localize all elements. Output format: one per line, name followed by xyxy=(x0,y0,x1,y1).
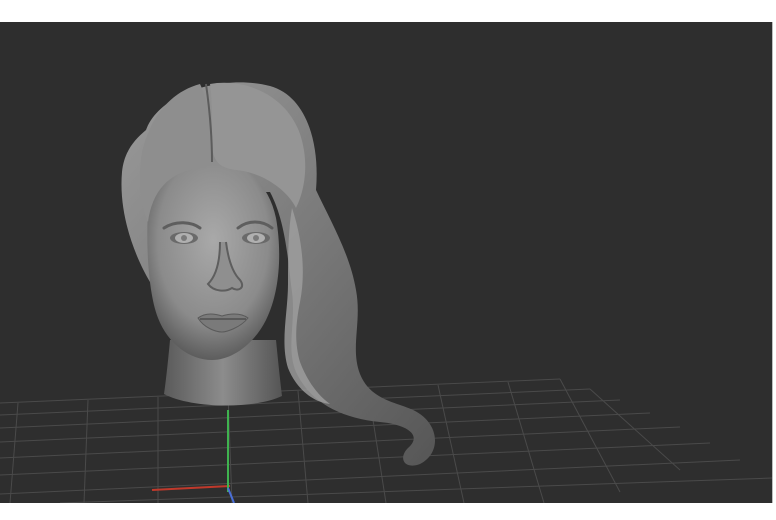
top-margin xyxy=(0,0,776,22)
floor-grid xyxy=(0,378,772,503)
z-axis-line xyxy=(227,487,235,503)
zbrush-canvas-window xyxy=(0,0,776,520)
right-panel-divider[interactable] xyxy=(772,22,776,503)
viewport-scene[interactable] xyxy=(0,22,772,503)
head-sculpt-model[interactable] xyxy=(121,82,435,466)
bottom-margin xyxy=(0,503,776,520)
right-eye xyxy=(242,232,270,244)
3d-viewport[interactable] xyxy=(0,22,772,503)
left-eye xyxy=(170,232,198,244)
